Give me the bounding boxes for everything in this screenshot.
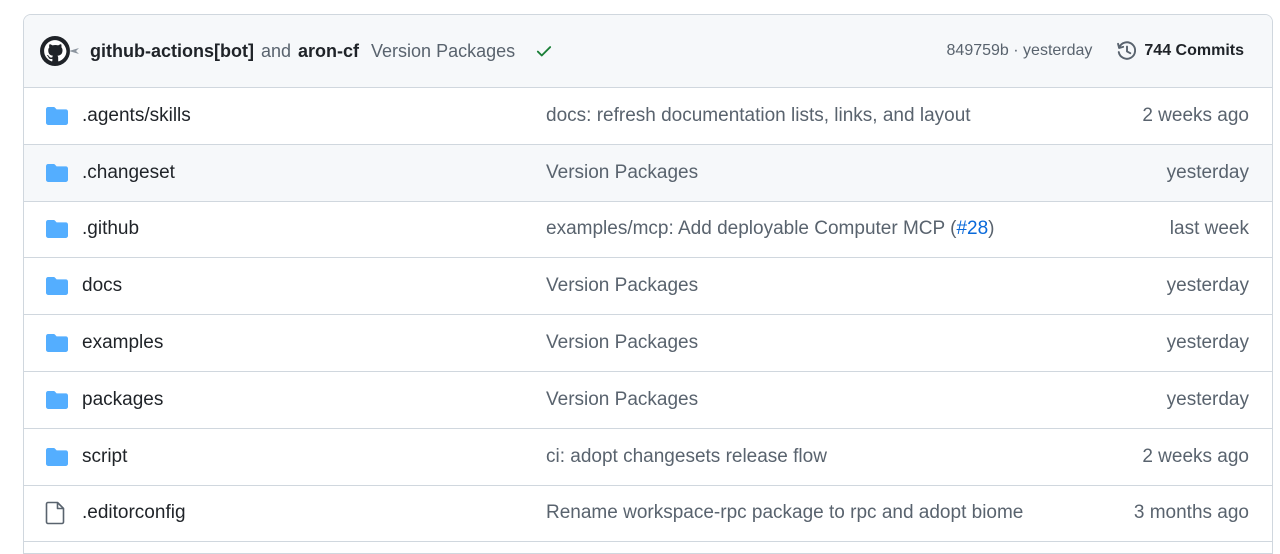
file-icon [45, 501, 65, 525]
file-name-link[interactable]: script [82, 446, 127, 468]
folder-icon [45, 163, 69, 183]
check-icon[interactable] [535, 42, 553, 60]
file-name-link[interactable]: .editorconfig [82, 502, 186, 524]
github-icon [40, 36, 70, 66]
folder-icon [45, 390, 69, 410]
commit-message-link[interactable]: Version Packages [546, 162, 698, 184]
latest-commit-message[interactable]: Version Packages [371, 41, 515, 62]
commits-history-link[interactable]: 744 Commits [1116, 40, 1244, 62]
commit-age: 3 months ago [1133, 502, 1249, 524]
commit-age: yesterday [1166, 161, 1249, 183]
file-row[interactable]: script ci: adopt changesets release flow 2… [24, 429, 1272, 486]
file-name-link[interactable]: .agents/skills [82, 105, 191, 127]
file-name-link[interactable]: docs [82, 275, 122, 297]
file-name-link[interactable]: examples [82, 332, 163, 354]
file-row[interactable]: .agents/skills docs: refresh documentatio… [24, 88, 1272, 145]
file-row[interactable]: docs Version Packages yesterday [24, 258, 1272, 316]
author-conjunction: and [260, 40, 292, 61]
commit-author-bot[interactable]: github-actions[bot] [90, 41, 254, 62]
file-row[interactable]: .changeset Version Packages yesterday [24, 144, 1272, 202]
commit-message-link[interactable]: examples/mcp: Add deployable Computer MC… [546, 218, 995, 240]
folder-icon [45, 447, 69, 467]
commit-age: yesterday [1166, 332, 1249, 354]
file-row[interactable]: .editorconfig Rename workspace-rpc packag… [24, 486, 1272, 543]
file-browser: github-actions[bot] and aron-cf Version … [23, 14, 1273, 554]
latest-commit-bar: github-actions[bot] and aron-cf Version … [24, 15, 1272, 88]
pull-request-link[interactable]: #28 [956, 218, 988, 239]
commit-message-link[interactable]: Rename workspace-rpc package to rpc and … [546, 502, 1023, 524]
github-octocat-avatar[interactable] [40, 35, 80, 67]
commit-message-text: ) [988, 218, 995, 240]
folder-icon [45, 333, 69, 353]
file-name-link[interactable]: packages [82, 389, 163, 411]
commit-message-text: examples/mcp: Add deployable Computer MC… [546, 218, 957, 240]
folder-icon [45, 106, 69, 126]
commits-count: 744 Commits [1144, 42, 1244, 59]
file-list: .agents/skills docs: refresh documentatio… [24, 88, 1272, 543]
commit-message-link[interactable]: ci: adopt changesets release flow [546, 446, 827, 468]
commit-author-user[interactable]: aron-cf [298, 41, 359, 62]
commit-message-link[interactable]: docs: refresh documentation lists, links… [546, 105, 971, 127]
file-row[interactable]: examples Version Packages yesterday [24, 315, 1272, 372]
commit-age: last week [1169, 218, 1249, 240]
commit-message-link[interactable]: Version Packages [546, 275, 698, 297]
folder-icon [45, 276, 69, 296]
commit-age: 2 weeks ago [1142, 104, 1249, 126]
bot-badge-icon [69, 48, 79, 54]
commit-message-link[interactable]: Version Packages [546, 332, 698, 354]
file-name-link[interactable]: .github [82, 218, 139, 240]
folder-icon [45, 219, 69, 239]
commit-age: yesterday [1166, 275, 1249, 297]
commit-sha-time[interactable]: 849759b · yesterday [947, 42, 1093, 60]
commit-age: yesterday [1166, 388, 1249, 410]
commit-message-link[interactable]: Version Packages [546, 389, 698, 411]
file-row[interactable]: packages Version Packages yesterday [24, 372, 1272, 429]
history-icon [1117, 41, 1137, 60]
commit-age: 2 weeks ago [1142, 445, 1249, 467]
file-row[interactable]: .github examples/mcp: Add deployable Comp… [24, 202, 1272, 259]
file-name-link[interactable]: .changeset [82, 162, 175, 184]
